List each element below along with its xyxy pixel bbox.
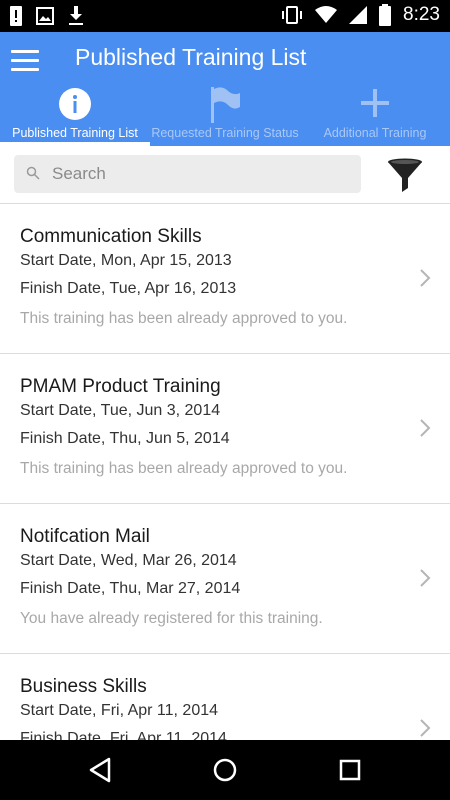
training-title: Business Skills [20,676,147,697]
training-finish-date: Finish Date, Fri, Apr 11, 2014 [20,730,227,740]
training-list-item[interactable]: PMAM Product Training Start Date, Tue, J… [0,354,450,504]
chevron-right-icon [420,419,431,437]
training-status: This training has been already approved … [20,460,348,477]
plus-icon [361,89,389,117]
page-title: Published Training List [75,44,307,70]
app-bar: Published Training List Published Traini… [0,32,450,146]
chevron-right-icon [420,569,431,587]
status-time: 8:23 [403,4,440,25]
navigation-bar [0,740,450,800]
filter-icon[interactable] [386,158,424,194]
training-finish-date: Finish Date, Tue, Apr 16, 2013 [20,280,237,297]
tab-additional-training[interactable]: Additional Training [300,87,450,146]
tab-label: Published Training List [12,126,138,140]
training-start-date: Start Date, Fri, Apr 11, 2014 [20,702,219,719]
info-icon [59,88,91,120]
tab-label: Requested Training Status [151,126,299,140]
home-icon[interactable] [213,757,237,783]
training-status: This training has been already approved … [20,310,348,327]
image-icon [36,7,54,25]
back-icon[interactable] [88,757,112,783]
wifi-icon [315,6,338,23]
alert-icon [10,6,22,26]
status-notifications [10,6,84,26]
search-row [0,146,450,204]
download-icon [69,6,83,25]
training-start-date: Start Date, Mon, Apr 15, 2013 [20,252,232,269]
signal-icon [349,6,368,24]
battery-icon [379,4,392,26]
training-start-date: Start Date, Wed, Mar 26, 2014 [20,552,237,569]
search-box [14,155,361,193]
vibrate-icon [282,6,303,24]
training-list-item[interactable]: Business Skills Start Date, Fri, Apr 11,… [0,654,450,740]
search-input[interactable] [52,155,352,193]
training-finish-date: Finish Date, Thu, Jun 5, 2014 [20,430,230,447]
search-icon [26,166,40,180]
chevron-right-icon [420,719,431,737]
training-list-item[interactable]: Communication Skills Start Date, Mon, Ap… [0,204,450,354]
training-title: PMAM Product Training [20,376,221,397]
status-system: 8:23 [281,4,440,26]
training-list: Communication Skills Start Date, Mon, Ap… [0,204,450,740]
training-finish-date: Finish Date, Thu, Mar 27, 2014 [20,580,241,597]
menu-icon [11,50,39,53]
tab-label: Additional Training [323,126,427,140]
training-list-item[interactable]: Notifcation Mail Start Date, Wed, Mar 26… [0,504,450,654]
tab-published-training-list[interactable]: Published Training List [0,87,150,146]
tab-requested-training-status[interactable]: Requested Training Status [150,87,300,146]
recents-icon[interactable] [338,757,362,783]
chevron-right-icon [420,269,431,287]
training-status: You have already registered for this tra… [20,610,323,627]
training-start-date: Start Date, Tue, Jun 3, 2014 [20,402,221,419]
flag-icon [211,87,240,123]
status-bar: 8:23 [0,0,450,32]
training-title: Notifcation Mail [20,526,150,547]
menu-button[interactable] [11,50,39,72]
training-title: Communication Skills [20,226,202,247]
